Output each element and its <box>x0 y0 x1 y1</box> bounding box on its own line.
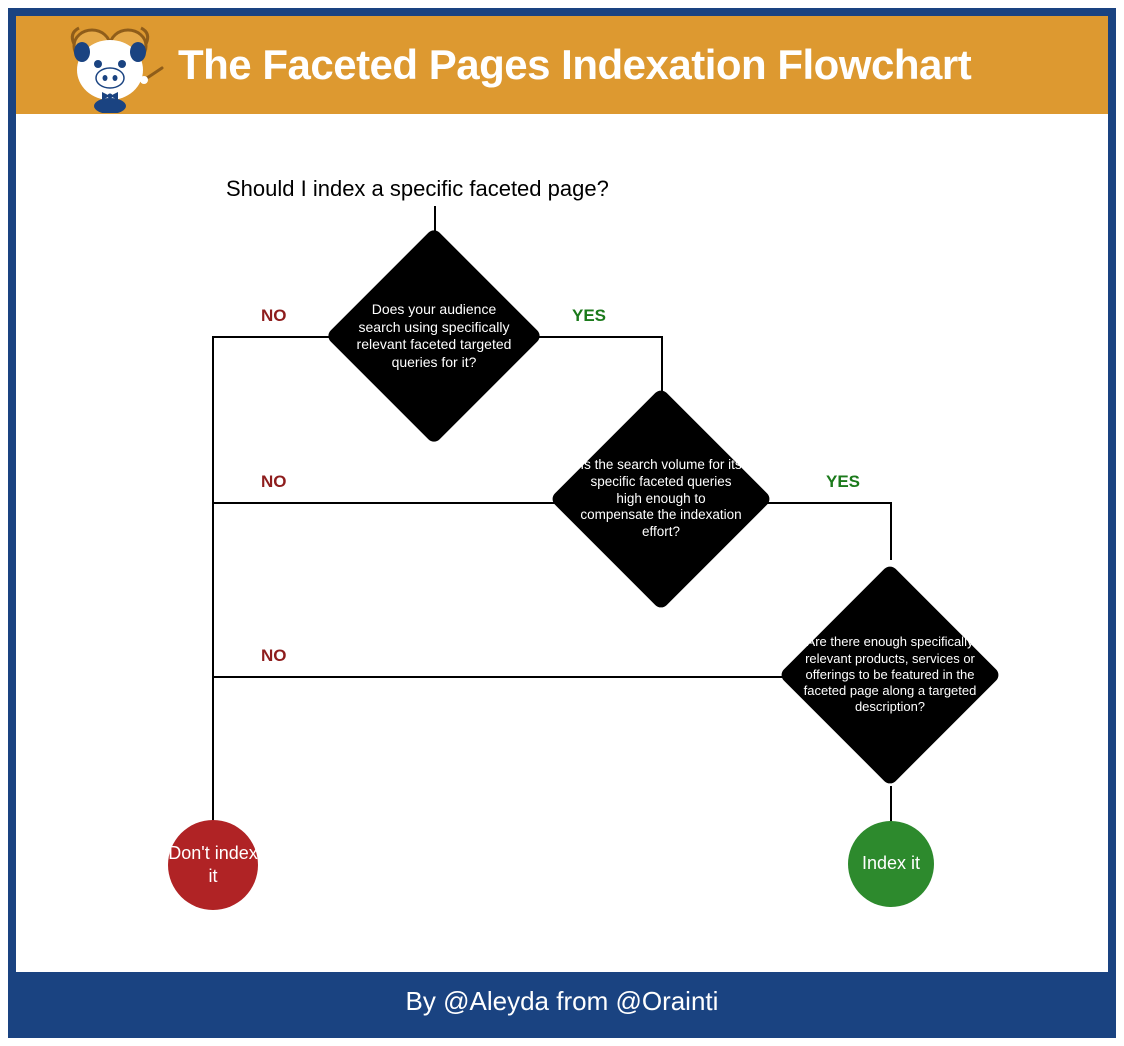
decision-3: Are there enough specifically relevant p… <box>780 554 1000 796</box>
page-frame: The Faceted Pages Indexation Flowchart S… <box>0 0 1124 1046</box>
connector <box>890 502 892 560</box>
terminal-dont-index-label: Don't index it <box>168 842 258 889</box>
flowchart-canvas: Should I index a specific faceted page? … <box>16 114 1108 972</box>
terminal-index-label: Index it <box>862 852 920 875</box>
header-bar: The Faceted Pages Indexation Flowchart <box>16 16 1108 114</box>
decision-1: Does your audience search using specific… <box>324 226 544 446</box>
decision-3-text: Are there enough specifically relevant p… <box>780 554 1000 796</box>
decision-2: Is the search volume for its specific fa… <box>551 389 771 609</box>
d1-no-label: NO <box>261 306 287 326</box>
decision-2-text: Is the search volume for its specific fa… <box>551 389 771 609</box>
outer-border: The Faceted Pages Indexation Flowchart S… <box>8 8 1116 1038</box>
footer-text: By @Aleyda from @Orainti <box>406 986 719 1017</box>
connector <box>212 336 214 824</box>
decision-1-text: Does your audience search using specific… <box>324 226 544 446</box>
page-title: The Faceted Pages Indexation Flowchart <box>178 41 971 89</box>
terminal-index: Index it <box>848 821 934 907</box>
connector <box>212 676 812 678</box>
logo-mascot-icon <box>54 18 164 113</box>
connector <box>661 336 663 394</box>
d3-no-label: NO <box>261 646 287 666</box>
start-question: Should I index a specific faceted page? <box>226 176 609 202</box>
d1-yes-label: YES <box>572 306 606 326</box>
d2-yes-label: YES <box>826 472 860 492</box>
d2-no-label: NO <box>261 472 287 492</box>
footer-bar: By @Aleyda from @Orainti <box>16 972 1108 1030</box>
terminal-dont-index: Don't index it <box>168 820 258 910</box>
connector <box>212 502 582 504</box>
